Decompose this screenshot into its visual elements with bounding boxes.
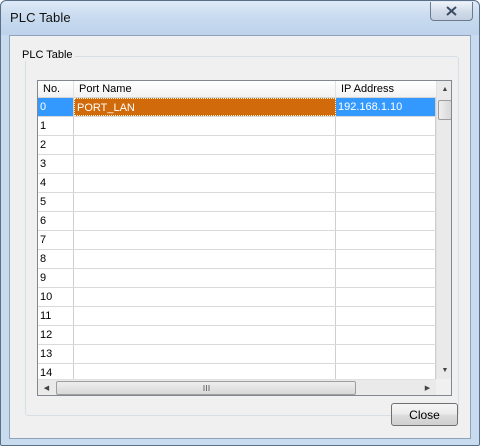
cell-no: 4 [38,174,74,192]
grip-icon [203,385,209,391]
cell-ip-address[interactable] [336,269,436,287]
cell-ip-address[interactable] [336,155,436,173]
cell-port-name[interactable] [74,155,336,173]
cell-no: 10 [38,288,74,306]
cell-ip-address[interactable] [336,193,436,211]
cell-ip-address[interactable] [336,174,436,192]
cell-ip-address[interactable] [336,117,436,135]
cell-no: 6 [38,212,74,230]
cell-ip-address[interactable] [336,250,436,268]
cell-no: 8 [38,250,74,268]
cell-ip-address[interactable] [336,345,436,363]
table-row[interactable]: 5 [38,193,436,212]
scroll-down-button[interactable]: ▼ [437,362,451,379]
table-row[interactable]: 11 [38,307,436,326]
scroll-left-button[interactable]: ◀ [38,380,55,395]
title-bar[interactable]: PLC Table [1,1,479,35]
vertical-scrollbar[interactable]: ▲ ▼ [436,81,451,379]
plc-table-window: PLC Table PLC Table No. Port Name IP Add… [0,0,480,446]
table-row[interactable]: 9 [38,269,436,288]
table-row[interactable]: 3 [38,155,436,174]
arrow-down-icon: ▼ [441,367,449,374]
table-row[interactable]: 1 [38,117,436,136]
table-row[interactable]: 6 [38,212,436,231]
close-icon [446,6,457,16]
window-close-button[interactable] [430,2,473,21]
arrow-right-icon: ▶ [424,385,431,392]
cell-no: 11 [38,307,74,325]
cell-ip-address[interactable] [336,231,436,249]
cell-no: 5 [38,193,74,211]
cell-port-name[interactable] [74,193,336,211]
cell-ip-address[interactable] [336,326,436,344]
column-header-port-name[interactable]: Port Name [74,81,336,98]
cell-no: 7 [38,231,74,249]
cell-port-name[interactable] [74,345,336,363]
cell-ip-address[interactable]: 192.168.1.10 [336,98,436,116]
vertical-scroll-thumb[interactable] [438,100,451,120]
table-row[interactable]: 10 [38,288,436,307]
cell-port-name[interactable] [74,136,336,154]
cell-port-name[interactable] [74,212,336,230]
cell-ip-address[interactable] [336,307,436,325]
scroll-right-button[interactable]: ▶ [419,380,436,395]
table-rows: 0 PORT_LAN 192.168.1.10 1 2 3 4 5 6 7 8 … [38,98,436,383]
cell-port-name[interactable] [74,326,336,344]
groupbox-label: PLC Table [20,49,75,61]
scroll-up-button[interactable]: ▲ [437,81,451,98]
horizontal-scrollbar[interactable]: ◀ ▶ [38,379,436,395]
table-row[interactable]: 0 PORT_LAN 192.168.1.10 [38,98,436,117]
cell-ip-address[interactable] [336,288,436,306]
cell-no: 3 [38,155,74,173]
cell-no: 12 [38,326,74,344]
table-row[interactable]: 13 [38,345,436,364]
cell-port-name[interactable] [74,250,336,268]
cell-no: 2 [38,136,74,154]
cell-port-name[interactable] [74,117,336,135]
column-header-no[interactable]: No. [38,81,74,98]
cell-port-name[interactable] [74,288,336,306]
cell-port-name[interactable] [74,231,336,249]
arrow-left-icon: ◀ [43,385,50,392]
cell-ip-address[interactable] [336,136,436,154]
dialog-body: PLC Table No. Port Name IP Address 0 POR… [9,35,471,439]
cell-port-name[interactable] [74,269,336,287]
arrow-up-icon: ▲ [441,86,449,93]
cell-no: 1 [38,117,74,135]
table-row[interactable]: 7 [38,231,436,250]
horizontal-scroll-thumb[interactable] [56,381,356,395]
table-row[interactable]: 8 [38,250,436,269]
cell-ip-address[interactable] [336,212,436,230]
table-row[interactable]: 2 [38,136,436,155]
cell-port-name[interactable] [74,174,336,192]
table-row[interactable]: 4 [38,174,436,193]
cell-port-name[interactable]: PORT_LAN [74,98,336,116]
scrollbar-corner [436,379,451,395]
window-title: PLC Table [10,10,71,25]
plc-table-list[interactable]: No. Port Name IP Address 0 PORT_LAN 192.… [37,80,452,396]
close-button[interactable]: Close [391,403,458,426]
table-header: No. Port Name IP Address [38,81,436,98]
cell-no: 13 [38,345,74,363]
cell-no: 9 [38,269,74,287]
table-row[interactable]: 12 [38,326,436,345]
column-header-ip-address[interactable]: IP Address [336,81,436,98]
cell-no: 0 [38,98,74,116]
cell-port-name[interactable] [74,307,336,325]
